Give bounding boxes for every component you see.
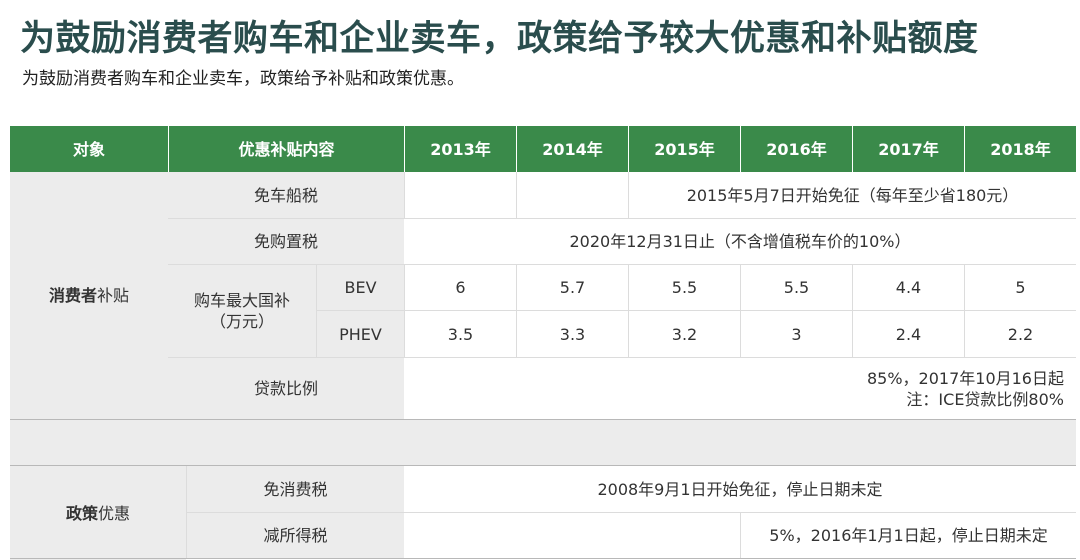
spacer-band — [10, 420, 1076, 465]
group-consumer-rest: 补贴 — [97, 286, 130, 305]
label-max-subsidy-line2: （万元） — [209, 312, 274, 331]
header-year-2016: 2016年 — [740, 126, 852, 172]
page-subtitle: 为鼓励消费者购车和企业卖车，政策给予补贴和政策优惠。 — [22, 69, 464, 89]
income-tax-value: 5%，2016年1月1日起，停止日期未定 — [740, 512, 1076, 558]
label-max-subsidy-line1: 购车最大国补 — [193, 291, 290, 310]
header-year-2015: 2015年 — [628, 126, 740, 172]
bev-2013: 6 — [404, 264, 516, 310]
phev-2017: 2.4 — [852, 310, 964, 357]
phev-2018: 2.2 — [964, 310, 1076, 357]
bev-2016: 5.5 — [740, 264, 852, 310]
vessel-tax-2014 — [516, 172, 628, 218]
phev-2014: 3.3 — [516, 310, 628, 357]
group-consumer-subsidy: 消费者 补贴 — [10, 172, 168, 419]
bev-2014: 5.7 — [516, 264, 628, 310]
label-consumption-tax: 免消费税 — [186, 466, 404, 512]
header-year-2013: 2013年 — [404, 126, 516, 172]
income-tax-empty — [404, 512, 740, 558]
header-content: 优惠补贴内容 — [168, 126, 404, 172]
label-bev: BEV — [316, 264, 404, 310]
label-loan-ratio: 贷款比例 — [168, 357, 404, 419]
table-bottom-border — [10, 558, 1076, 559]
label-income-tax: 减所得税 — [186, 512, 404, 558]
group-consumer-bold: 消费者 — [48, 286, 97, 305]
purchase-tax-value: 2020年12月31日止（不含增值税车价的10%） — [404, 218, 1076, 264]
page-title: 为鼓励消费者购车和企业卖车，政策给予较大优惠和补贴额度 — [20, 19, 979, 59]
phev-2013: 3.5 — [404, 310, 516, 357]
vessel-tax-value: 2015年5月7日开始免征（每年至少省180元） — [628, 172, 1076, 218]
policy-table: 对象 优惠补贴内容 2013年 2014年 2015年 2016年 2017年 … — [10, 126, 1076, 560]
label-vessel-tax: 免车船税 — [168, 172, 404, 218]
phev-2015: 3.2 — [628, 310, 740, 357]
group-policy-bold: 政策 — [65, 503, 98, 523]
loan-ratio-line1: 85%，2017年10月16日起 — [866, 368, 1064, 388]
label-purchase-tax: 免购置税 — [168, 218, 404, 264]
loan-ratio-value: 85%，2017年10月16日起 注：ICE贷款比例80% — [404, 357, 1076, 419]
consumption-tax-value: 2008年9月1日开始免征，停止日期未定 — [597, 479, 883, 499]
phev-2016: 3 — [740, 310, 852, 357]
label-max-subsidy: 购车最大国补 （万元） — [168, 264, 316, 357]
group-policy-rest: 优惠 — [98, 503, 131, 523]
header-object: 对象 — [10, 126, 168, 172]
bev-2017: 4.4 — [852, 264, 964, 310]
header-year-2018: 2018年 — [964, 126, 1076, 172]
vessel-tax-2013 — [404, 172, 516, 218]
header-year-2014: 2014年 — [516, 126, 628, 172]
bev-2015: 5.5 — [628, 264, 740, 310]
label-phev: PHEV — [316, 310, 404, 357]
group-policy-preferential: 政策 优惠 — [10, 466, 186, 560]
bev-2018: 5 — [964, 264, 1076, 310]
header-year-2017: 2017年 — [852, 126, 964, 172]
loan-ratio-line2: 注：ICE贷款比例80% — [906, 389, 1064, 409]
